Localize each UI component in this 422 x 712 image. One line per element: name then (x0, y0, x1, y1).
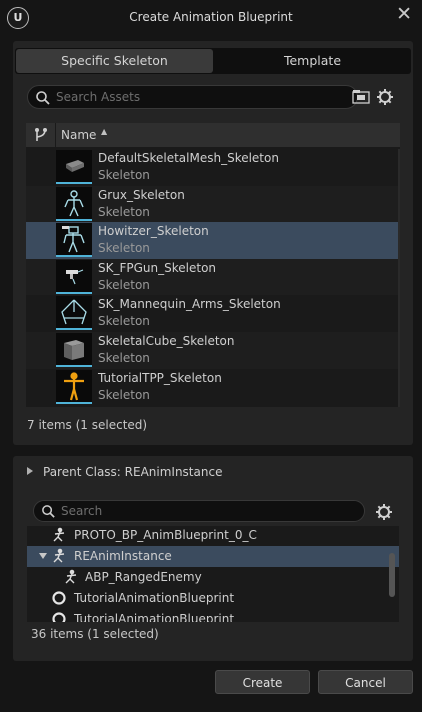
mannequin-thumbnail (56, 369, 92, 404)
row-name: Howitzer_Skeleton (98, 224, 209, 239)
branch-icon[interactable] (33, 127, 49, 143)
collapse-arrow-icon (27, 467, 33, 475)
row-type: Skeleton (98, 277, 150, 292)
settings-gear-icon[interactable] (375, 503, 393, 521)
search-icon (42, 505, 55, 518)
asset-search-input[interactable]: Search Assets (27, 85, 358, 109)
circle-class-icon (52, 591, 66, 605)
row-name: TutorialTPP_Skeleton (98, 370, 222, 385)
row-type: Skeleton (98, 387, 150, 402)
skeleton-table: Name ▲ DefaultSkeletalMesh_Skeleton Skel… (26, 123, 400, 407)
row-type: Skeleton (98, 314, 150, 329)
parent-class-header[interactable]: Parent Class: REAnimInstance (27, 465, 222, 479)
search-placeholder: Search (61, 504, 103, 518)
row-name: DefaultSkeletalMesh_Skeleton (98, 151, 279, 165)
tree-item[interactable]: TutorialAnimationBlueprint (27, 609, 399, 622)
tree-item-label: ABP_RangedEnemy (85, 570, 202, 584)
tree-item-label: TutorialAnimationBlueprint (74, 612, 235, 622)
row-name: Grux_Skeleton (98, 187, 185, 202)
search-placeholder: Search Assets (56, 90, 141, 104)
anim-class-icon (53, 548, 65, 563)
table-row[interactable]: SK_FPGun_Skeleton Skeleton (26, 258, 400, 296)
table-header: Name ▲ (26, 123, 400, 147)
header-separator (55, 123, 56, 147)
cancel-button[interactable]: Cancel (318, 670, 413, 694)
row-type: Skeleton (98, 241, 150, 256)
row-type: Skeleton (98, 350, 150, 365)
tab-template[interactable]: Template (214, 48, 411, 74)
table-row[interactable]: Howitzer_Skeleton Skeleton (26, 222, 400, 259)
table-row[interactable]: SkeletalCube_Skeleton Skeleton (26, 331, 400, 369)
class-search-input[interactable]: Search (33, 500, 365, 522)
table-scrollbar[interactable] (398, 149, 400, 407)
tree-item[interactable]: REAnimInstance (27, 546, 399, 567)
row-type: Skeleton (98, 168, 150, 182)
parent-class-panel: Parent Class: REAnimInstance Search PROT… (13, 456, 413, 661)
gun-thumbnail (56, 259, 92, 294)
parent-class-label: Parent Class: REAnimInstance (43, 465, 223, 479)
name-column-header[interactable]: Name (61, 128, 96, 142)
skeleton-rows: DefaultSkeletalMesh_Skeleton Skeleton Gr… (26, 149, 400, 405)
table-row[interactable]: Grux_Skeleton Skeleton (26, 185, 400, 223)
create-button[interactable]: Create (215, 670, 310, 694)
row-type: Skeleton (98, 204, 150, 219)
anim-class-icon (65, 569, 77, 584)
table-row[interactable]: TutorialTPP_Skeleton Skeleton (26, 369, 400, 406)
table-row[interactable]: DefaultSkeletalMesh_Skeleton Skeleton (26, 149, 400, 186)
arms-thumbnail (56, 296, 92, 331)
circle-class-icon (52, 612, 66, 622)
close-icon[interactable]: ✕ (396, 4, 412, 24)
robot-thumbnail (56, 223, 92, 258)
window-title: Create Animation Blueprint (129, 10, 293, 24)
tree-item-label: REAnimInstance (74, 549, 172, 563)
row-name: SK_FPGun_Skeleton (98, 260, 217, 275)
table-row[interactable]: SK_Mannequin_Arms_Skeleton Skeleton (26, 295, 400, 332)
search-icon (36, 91, 50, 105)
settings-gear-icon[interactable] (376, 88, 394, 106)
expand-arrow-icon[interactable] (39, 553, 47, 559)
class-count: 36 items (1 selected) (31, 627, 159, 641)
row-name: SkeletalCube_Skeleton (98, 333, 235, 348)
anim-class-icon (53, 527, 65, 542)
tree-item[interactable]: TutorialAnimationBlueprint (27, 588, 399, 609)
title-bar: U Create Animation Blueprint ✕ (0, 0, 422, 36)
tab-specific-skeleton[interactable]: Specific Skeleton (16, 49, 213, 73)
box-mesh-thumbnail (56, 150, 92, 184)
tree-item[interactable]: ABP_RangedEnemy (27, 567, 399, 588)
cube-thumbnail (56, 332, 92, 367)
tree-item-label: TutorialAnimationBlueprint (74, 591, 235, 605)
tree-scrollbar[interactable] (389, 553, 395, 597)
folder-view-icon[interactable] (352, 88, 370, 106)
row-name: SK_Mannequin_Arms_Skeleton (98, 297, 281, 312)
sort-ascending-icon: ▲ (101, 127, 108, 136)
tree-item-label: PROTO_BP_AnimBlueprint_0_C (74, 528, 257, 542)
asset-count: 7 items (1 selected) (27, 418, 148, 432)
mode-tabs: Specific Skeleton Template (15, 48, 411, 74)
creature-thumbnail (56, 186, 92, 221)
skeleton-panel: Specific Skeleton Template Search Assets (13, 41, 413, 445)
tree-item[interactable]: PROTO_BP_AnimBlueprint_0_C (27, 526, 399, 546)
class-tree: PROTO_BP_AnimBlueprint_0_C REAnimInstanc… (27, 526, 399, 622)
